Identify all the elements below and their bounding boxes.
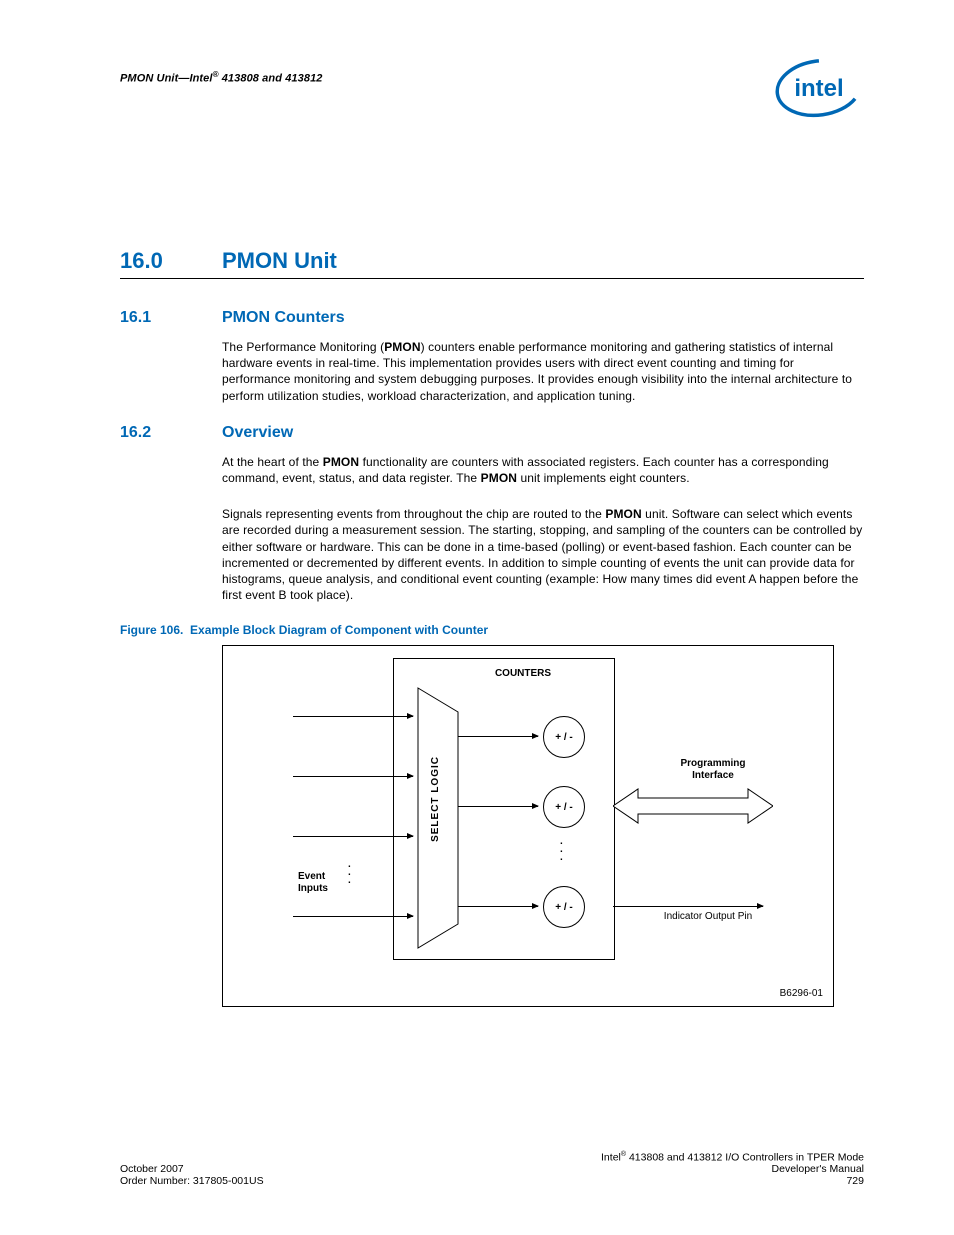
section-title: PMON Counters — [222, 309, 345, 327]
section-title: PMON Unit — [222, 248, 337, 274]
running-head-text: PMON Unit—Intel® 413808 and 413812 — [120, 70, 323, 85]
figure-106-diagram: COUNTERS SELECT LOGIC ... EventInputs + … — [222, 645, 834, 1007]
footer-left: October 2007 Order Number: 317805-001US — [120, 1163, 264, 1187]
svg-text:intel: intel — [794, 75, 843, 102]
counter-node: + / - — [543, 886, 585, 928]
ellipsis-dots: ... — [348, 861, 351, 885]
section-number: 16.2 — [120, 424, 222, 442]
event-input-arrow — [293, 716, 413, 717]
figure-106-caption: Figure 106. Example Block Diagram of Com… — [120, 623, 864, 637]
paragraph-16.2-b: Signals representing events from through… — [222, 506, 864, 603]
counter-node: + / - — [543, 786, 585, 828]
section-title: Overview — [222, 424, 293, 442]
page-number: 729 — [846, 1175, 864, 1187]
programming-interface-arrow-icon — [613, 786, 773, 826]
ellipsis-dots: ... — [560, 838, 563, 862]
intel-logo-icon: intel — [774, 58, 864, 118]
event-inputs-label: EventInputs — [298, 871, 348, 895]
internal-arrow — [458, 736, 538, 737]
diagram-id: B6296-01 — [780, 988, 823, 1000]
event-input-arrow — [293, 776, 413, 777]
programming-interface-label: ProgrammingInterface — [663, 758, 763, 782]
indicator-output-arrow — [613, 906, 763, 907]
section-16.1-heading: 16.1 PMON Counters — [120, 309, 864, 327]
select-logic-label: SELECT LOGIC — [430, 756, 442, 842]
section-rule — [120, 278, 864, 279]
page-footer: October 2007 Order Number: 317805-001US … — [120, 1151, 864, 1188]
event-input-arrow — [293, 916, 413, 917]
internal-arrow — [458, 906, 538, 907]
paragraph-16.2-a: At the heart of the PMON functionality a… — [222, 454, 864, 486]
event-input-arrow — [293, 836, 413, 837]
internal-arrow — [458, 806, 538, 807]
section-16.2-heading: 16.2 Overview — [120, 424, 864, 442]
counter-node: + / - — [543, 716, 585, 758]
section-16.0-heading: 16.0 PMON Unit — [120, 248, 864, 274]
page-header: PMON Unit—Intel® 413808 and 413812 intel — [120, 58, 864, 118]
indicator-output-label: Indicator Output Pin — [643, 911, 773, 923]
footer-right: Intel® 413808 and 413812 I/O Controllers… — [601, 1151, 864, 1188]
paragraph-16.1: The Performance Monitoring (PMON) counte… — [222, 339, 864, 404]
section-number: 16.1 — [120, 309, 222, 327]
section-number: 16.0 — [120, 248, 222, 274]
